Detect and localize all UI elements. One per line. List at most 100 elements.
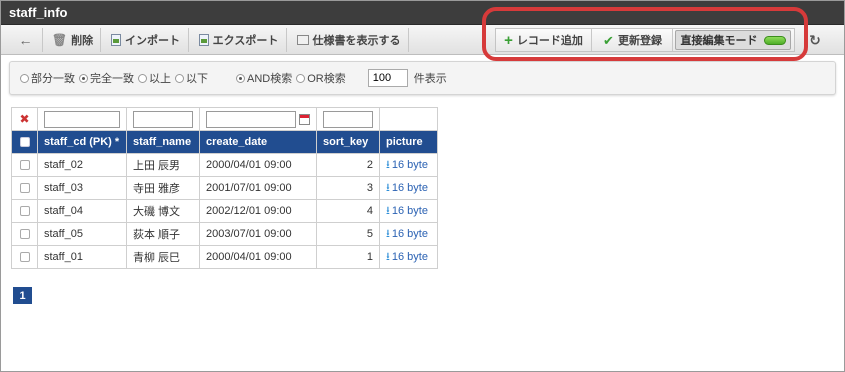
table-row: staff_04 大磯 博文 2002/12/01 09:00 4 ⭳ 16 by… — [11, 199, 438, 223]
refresh-icon: ↻ — [809, 31, 821, 48]
row-select-cell — [11, 222, 38, 246]
table-row: staff_01 青柳 辰巳 2000/04/01 09:00 1 ⭳ 16 by… — [11, 245, 438, 269]
row-select-cell — [11, 153, 38, 177]
table-row: staff_03 寺田 雅彦 2001/07/01 09:00 3 ⭳ 16 by… — [11, 176, 438, 200]
picture-link[interactable]: 16 byte — [392, 159, 428, 171]
calendar-icon[interactable] — [299, 113, 310, 125]
cell-staff-cd[interactable]: staff_02 — [37, 153, 127, 177]
cell-create-date[interactable]: 2001/07/01 09:00 — [199, 176, 317, 200]
row-checkbox[interactable] — [19, 229, 30, 240]
filter-cell — [199, 107, 317, 131]
export-button[interactable]: エクスポート — [191, 28, 287, 52]
trash-icon: 🗑 — [51, 33, 68, 47]
column-header-sort-key[interactable]: sort_key — [316, 130, 380, 154]
filter-staff-cd-input[interactable] — [44, 110, 120, 128]
download-icon: ⭳ — [386, 250, 390, 263]
match-exact-option[interactable]: 完全一致 — [79, 70, 134, 86]
cell-picture[interactable]: ⭳ 16 byte — [379, 222, 438, 246]
download-icon: ⭳ — [386, 227, 390, 240]
filter-cell — [379, 107, 438, 131]
radio-icon — [175, 73, 184, 83]
cell-picture[interactable]: ⭳ 16 byte — [379, 245, 438, 269]
download-icon: ⭳ — [386, 158, 390, 171]
cell-create-date[interactable]: 2000/04/01 09:00 — [199, 245, 317, 269]
cell-staff-name[interactable]: 上田 辰男 — [126, 153, 200, 177]
display-count-suffix: 件表示 — [413, 73, 447, 85]
cell-sort-key[interactable]: 5 — [316, 222, 380, 246]
highlight-annotation — [482, 7, 808, 61]
cell-staff-cd[interactable]: staff_03 — [37, 176, 127, 200]
display-count-input[interactable] — [367, 69, 408, 87]
column-header-staff-cd[interactable]: staff_cd (PK) * — [37, 130, 127, 154]
header-row: staff_cd (PK) * staff_name create_date s… — [11, 130, 438, 154]
cell-sort-key[interactable]: 4 — [316, 199, 380, 223]
filter-sort-key-input[interactable] — [323, 110, 373, 128]
match-exact-label: 完全一致 — [90, 73, 134, 85]
match-partial-label: 部分一致 — [31, 73, 75, 85]
match-options: 部分一致 完全一致 以上 以下 — [20, 70, 208, 86]
cell-picture[interactable]: ⭳ 16 byte — [379, 153, 438, 177]
cell-sort-key[interactable]: 3 — [316, 176, 380, 200]
column-header-create-date[interactable]: create_date — [199, 130, 317, 154]
match-lte-option[interactable]: 以下 — [175, 70, 208, 86]
cell-staff-name[interactable]: 寺田 雅彦 — [126, 176, 200, 200]
row-checkbox[interactable] — [19, 183, 30, 194]
download-icon: ⭳ — [386, 181, 390, 194]
data-table: ✖ staff_cd (PK) * staff_name create_date… — [11, 107, 438, 269]
match-gte-option[interactable]: 以上 — [138, 70, 171, 86]
radio-icon — [296, 73, 306, 83]
cell-picture[interactable]: ⭳ 16 byte — [379, 176, 438, 200]
spec-label: 仕様書を表示する — [312, 35, 401, 47]
cell-create-date[interactable]: 2002/12/01 09:00 — [199, 199, 317, 223]
app-frame: staff_info ← 🗑 削除 インポート エクスポート 仕様書を表示する … — [0, 0, 845, 372]
radio-icon — [20, 73, 29, 83]
filter-create-date-input[interactable] — [206, 110, 296, 128]
or-search-label: OR検索 — [307, 73, 346, 85]
picture-link[interactable]: 16 byte — [392, 228, 428, 240]
cell-staff-cd[interactable]: staff_04 — [37, 199, 127, 223]
back-button[interactable]: ← — [9, 28, 43, 52]
arrow-left-icon: ← — [18, 32, 33, 48]
filter-staff-name-input[interactable] — [133, 110, 193, 128]
cell-create-date[interactable]: 2000/04/01 09:00 — [199, 153, 317, 177]
match-partial-option[interactable]: 部分一致 — [20, 70, 75, 86]
and-search-option[interactable]: AND検索 — [236, 70, 292, 86]
row-checkbox[interactable] — [19, 252, 30, 263]
table-row: staff_02 上田 辰男 2000/04/01 09:00 2 ⭳ 16 by… — [11, 153, 438, 177]
export-label: エクスポート — [212, 35, 279, 47]
cell-sort-key[interactable]: 2 — [316, 153, 380, 177]
spec-button[interactable]: 仕様書を表示する — [289, 28, 409, 52]
select-all-header[interactable] — [11, 130, 38, 154]
pager-page-1[interactable]: 1 — [13, 287, 32, 304]
or-search-option[interactable]: OR検索 — [296, 70, 346, 86]
picture-link[interactable]: 16 byte — [392, 251, 428, 263]
clear-filter-cell[interactable]: ✖ — [11, 107, 38, 131]
row-select-cell — [11, 199, 38, 223]
cell-staff-name[interactable]: 青柳 辰巳 — [126, 245, 200, 269]
import-button[interactable]: インポート — [103, 28, 189, 52]
cell-staff-cd[interactable]: staff_01 — [37, 245, 127, 269]
row-checkbox[interactable] — [19, 160, 30, 171]
row-select-cell — [11, 176, 38, 200]
cell-sort-key[interactable]: 1 — [316, 245, 380, 269]
radio-icon — [138, 73, 147, 83]
delete-button[interactable]: 🗑 削除 — [45, 28, 101, 52]
picture-link[interactable]: 16 byte — [392, 205, 428, 217]
cell-staff-name[interactable]: 大磯 博文 — [126, 199, 200, 223]
clear-filter-icon: ✖ — [19, 112, 30, 126]
cell-picture[interactable]: ⭳ 16 byte — [379, 199, 438, 223]
column-header-staff-name[interactable]: staff_name — [126, 130, 200, 154]
document-icon — [296, 35, 309, 45]
row-checkbox[interactable] — [19, 206, 30, 217]
radio-selected-icon — [79, 73, 88, 83]
cell-create-date[interactable]: 2003/07/01 09:00 — [199, 222, 317, 246]
select-all-checkbox[interactable] — [19, 137, 30, 148]
column-header-picture[interactable]: picture — [379, 130, 438, 154]
filter-row: ✖ — [11, 107, 438, 131]
picture-link[interactable]: 16 byte — [392, 182, 428, 194]
cell-staff-cd[interactable]: staff_05 — [37, 222, 127, 246]
logic-options: AND検索 OR検索 — [236, 70, 346, 86]
delete-label: 削除 — [71, 35, 94, 47]
cell-staff-name[interactable]: 荻本 順子 — [126, 222, 200, 246]
import-label: インポート — [125, 35, 180, 47]
